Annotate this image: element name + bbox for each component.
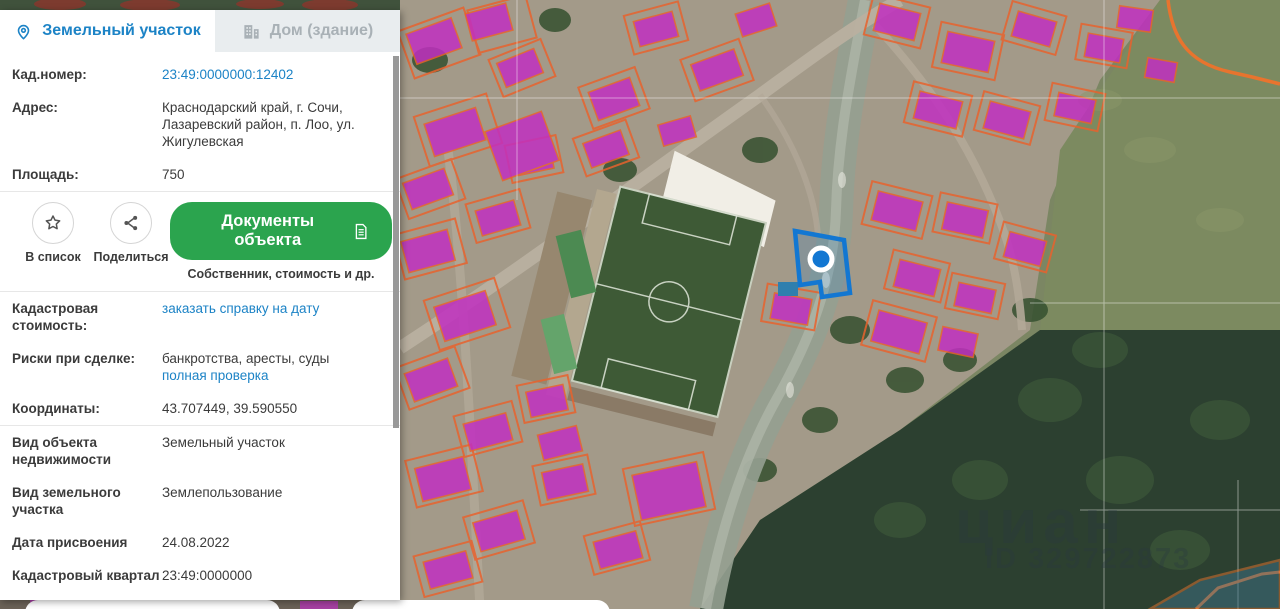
tab-land-label: Земельный участок — [42, 22, 201, 39]
area-value: 750 — [162, 167, 185, 182]
actions-row: В список Поделиться Документы объекта Со… — [0, 191, 400, 292]
favorite-button[interactable]: В список — [14, 202, 92, 264]
share-icon — [124, 215, 138, 231]
svg-text:ID 329722873: ID 329722873 — [985, 543, 1191, 575]
favorite-label: В список — [25, 250, 81, 264]
cadastral-quarter-label: Кадастровый квартал — [12, 568, 160, 583]
document-icon — [356, 223, 368, 239]
tab-bar: Земельный участок Дом (здание) — [0, 10, 400, 52]
assignment-date-label: Дата присвоения — [12, 535, 128, 550]
coordinates-value: 43.707449, 39.590550 — [162, 401, 298, 416]
parcel-marker-dot — [812, 250, 830, 268]
tab-land-parcel[interactable]: Земельный участок — [0, 10, 215, 52]
documents-area: Документы объекта Собственник, стоимость… — [170, 202, 392, 281]
cadastral-cost-link[interactable]: заказать справку на дату — [162, 300, 319, 317]
tab-house-label: Дом (здание) — [269, 22, 374, 39]
star-icon — [45, 215, 61, 230]
row-assignment-date: Дата присвоения 24.08.2022 — [0, 526, 400, 559]
area-label: Площадь: — [12, 167, 79, 182]
panel-body: Кад.номер: 23:49:0000000:12402 Адрес: Кр… — [0, 52, 400, 592]
row-coordinates: Координаты: 43.707449, 39.590550 — [0, 392, 400, 425]
land-use-type-value: Землепользование — [162, 485, 283, 500]
row-area: Площадь: 750 — [0, 158, 400, 191]
address-label: Адрес: — [12, 100, 58, 115]
kad-number-link[interactable]: 23:49:0000000:12402 — [162, 66, 293, 83]
teal-roof-building — [778, 282, 798, 296]
coordinates-label: Координаты: — [12, 401, 100, 416]
documents-button-label: Документы объекта — [221, 212, 315, 249]
share-button[interactable]: Поделиться — [92, 202, 170, 264]
row-object-type: Вид объекта недвижимости Земельный участ… — [0, 425, 400, 476]
row-risks: Риски при сделке: банкротства, аресты, с… — [0, 342, 400, 392]
documents-button[interactable]: Документы объекта — [170, 202, 392, 260]
info-panel: Земельный участок Дом (здание) Кад.номер… — [0, 10, 400, 600]
land-use-type-label: Вид земельного участка — [12, 485, 121, 517]
row-address: Адрес: Краснодарский край, г. Сочи, Лаза… — [0, 91, 400, 158]
risks-check-link[interactable]: полная проверка — [162, 367, 269, 384]
cadastral-cost-label: Кадастровая стоимость: — [12, 301, 99, 333]
address-value: Краснодарский край, г. Сочи, Лазаревский… — [162, 100, 355, 149]
location-pin-icon — [17, 24, 30, 40]
row-cadastral-cost: Кадастровая стоимость: заказать справку … — [0, 292, 400, 342]
panel-scrollbar[interactable] — [393, 52, 400, 600]
panel-scrollbar-thumb[interactable] — [393, 56, 399, 428]
risks-value: банкротства, аресты, суды — [162, 351, 330, 366]
building-icon — [244, 24, 259, 39]
tab-house[interactable]: Дом (здание) — [215, 10, 400, 52]
documents-subtitle: Собственник, стоимость и др. — [187, 267, 375, 281]
row-land-use-type: Вид земельного участка Землепользование — [0, 476, 400, 526]
risks-label: Риски при сделке: — [12, 351, 135, 366]
row-kad-number: Кад.номер: 23:49:0000000:12402 — [0, 58, 400, 91]
kad-number-label: Кад.номер: — [12, 67, 87, 82]
object-type-value: Земельный участок — [162, 435, 285, 450]
row-cadastral-quarter: Кадастровый квартал 23:49:0000000 — [0, 559, 400, 592]
object-type-label: Вид объекта недвижимости — [12, 435, 111, 467]
assignment-date-value: 24.08.2022 — [162, 535, 230, 550]
share-label: Поделиться — [93, 250, 169, 264]
cadastral-quarter-value: 23:49:0000000 — [162, 568, 253, 583]
